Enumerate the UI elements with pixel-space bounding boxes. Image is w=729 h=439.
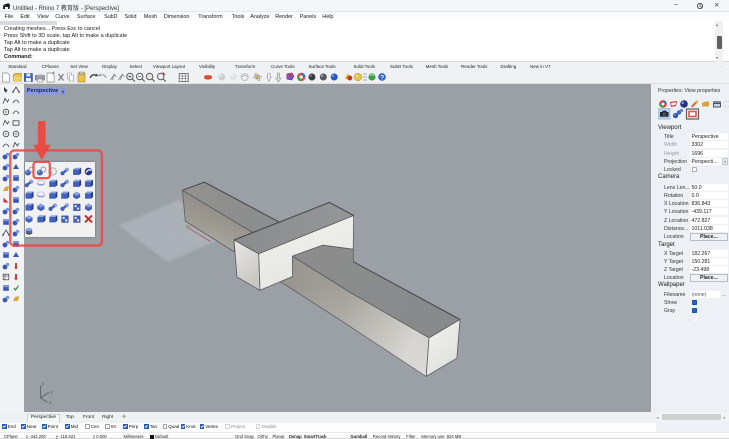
svg-text:z: z bbox=[42, 382, 45, 387]
svg-text:y: y bbox=[50, 390, 53, 395]
svg-text:x: x bbox=[49, 400, 52, 405]
svg-text:?: ? bbox=[380, 74, 384, 81]
